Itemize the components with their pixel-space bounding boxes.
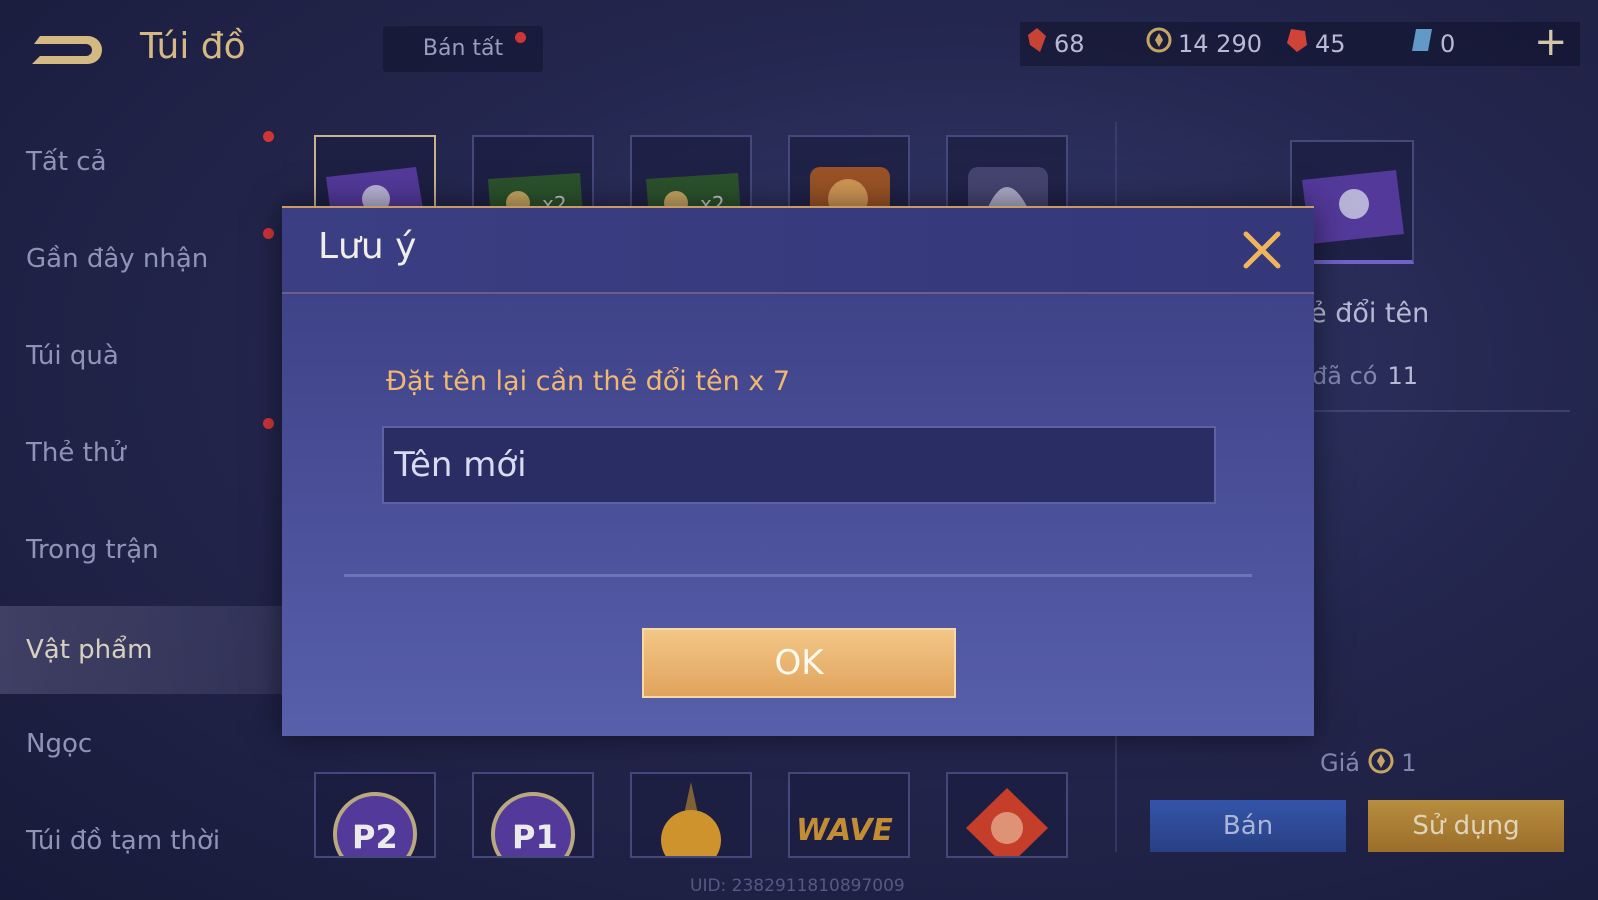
ok-label: OK [774, 643, 824, 683]
dialog-divider [344, 574, 1252, 577]
new-name-input[interactable] [382, 426, 1216, 504]
ok-button[interactable]: OK [642, 628, 956, 698]
dialog-header: Lưu ý [282, 208, 1314, 294]
rename-cost-text: Đặt tên lại cần thẻ đổi tên x 7 [386, 366, 791, 397]
close-icon[interactable] [1238, 226, 1286, 274]
dialog-title: Lưu ý [318, 226, 417, 267]
rename-dialog: Lưu ý Đặt tên lại cần thẻ đổi tên x 7 OK [282, 206, 1314, 736]
